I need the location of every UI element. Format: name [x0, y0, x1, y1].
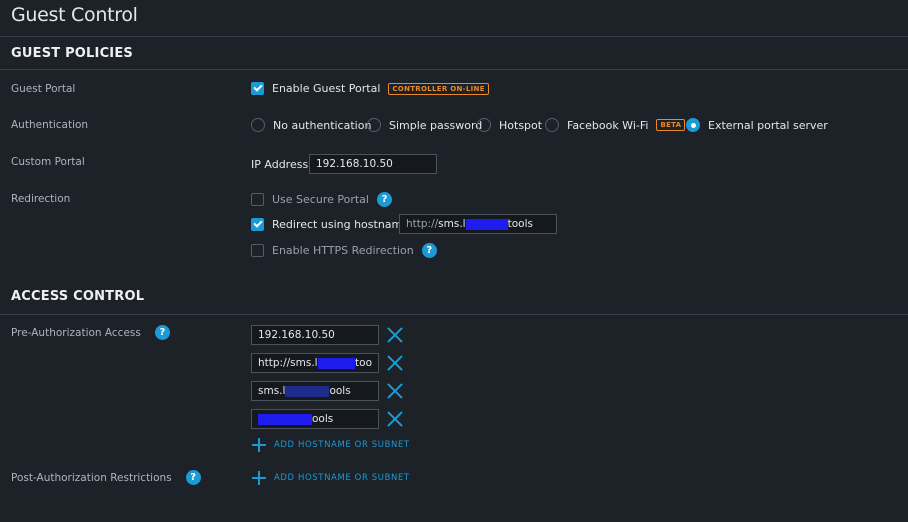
- https-redirection-label: Enable HTTPS Redirection: [272, 244, 414, 257]
- radio-icon[interactable]: [367, 118, 381, 132]
- section-divider: [0, 314, 908, 315]
- redaction-mark: [465, 218, 508, 230]
- redaction-mark: [317, 357, 356, 369]
- pre-auth-entry-input[interactable]: 192.168.10.50: [251, 325, 379, 345]
- section-title-guest-policies: GUEST POLICIES: [11, 46, 133, 61]
- url-prefix: http://: [406, 218, 439, 230]
- auth-option-label: Hotspot: [499, 118, 543, 132]
- close-x-icon[interactable]: [387, 411, 403, 427]
- redaction-mark: [258, 413, 312, 425]
- redirect-hostname-input[interactable]: http://sms.l tools: [399, 214, 557, 234]
- radio-icon[interactable]: [251, 118, 265, 132]
- entry-value-end: ools: [312, 413, 334, 425]
- auth-option-facebook-wifi[interactable]: Facebook Wi-Fi BETA: [545, 118, 686, 132]
- radio-icon[interactable]: [477, 118, 491, 132]
- auth-option-label: External portal server: [708, 118, 828, 132]
- question-circle-icon[interactable]: ?: [421, 243, 437, 258]
- checkbox-icon[interactable]: [251, 193, 264, 206]
- add-hostname-subnet-post-auth-button[interactable]: ADD HOSTNAME OR SUBNET: [252, 471, 410, 485]
- plus-icon: [252, 438, 266, 452]
- checkbox-checked-icon[interactable]: [251, 218, 264, 231]
- redaction-mark: [285, 385, 330, 397]
- title-divider: [0, 36, 908, 37]
- auth-option-no-authentication[interactable]: No authentication: [251, 118, 371, 132]
- redirect-hostname-checkbox[interactable]: Redirect using hostname: [251, 218, 409, 231]
- hostname-value-start: sms.l: [438, 218, 466, 230]
- entry-value-start: http://sms.l: [258, 357, 318, 369]
- auth-option-label: No authentication: [273, 118, 372, 132]
- close-x-icon[interactable]: [387, 327, 403, 343]
- close-x-icon[interactable]: [387, 383, 403, 399]
- redirect-hostname-label: Redirect using hostname: [272, 218, 410, 231]
- pre-auth-access-label: Pre-Authorization Access ?: [11, 325, 170, 340]
- pre-auth-entry-input[interactable]: http://sms.l too: [251, 353, 379, 373]
- custom-portal-label-text: Custom Portal: [11, 156, 85, 168]
- pre-auth-entry-input[interactable]: sms.l ools: [251, 381, 379, 401]
- controller-online-badge: CONTROLLER ON-LINE: [388, 82, 489, 95]
- pre-auth-access-label-text: Pre-Authorization Access: [11, 326, 141, 339]
- authentication-label-text: Authentication: [11, 119, 89, 131]
- use-secure-portal-checkbox[interactable]: Use Secure Portal ?: [251, 192, 392, 207]
- custom-portal-label: Custom Portal: [11, 156, 85, 168]
- use-secure-portal-label: Use Secure Portal: [272, 193, 369, 206]
- add-hostname-label: ADD HOSTNAME OR SUBNET: [274, 440, 410, 450]
- redirection-label: Redirection: [11, 193, 70, 205]
- checkbox-checked-icon[interactable]: [251, 82, 264, 95]
- guest-portal-label-text: Guest Portal: [11, 83, 76, 95]
- radio-icon[interactable]: [545, 118, 559, 132]
- https-redirection-checkbox[interactable]: Enable HTTPS Redirection ?: [251, 243, 437, 258]
- auth-option-simple-password[interactable]: Simple password: [367, 118, 482, 132]
- section-divider: [0, 69, 908, 70]
- beta-badge: BETA: [656, 119, 686, 131]
- ip-address-value: 192.168.10.50: [316, 158, 393, 170]
- auth-option-label: Simple password: [389, 118, 483, 132]
- post-auth-restrictions-label: Post-Authorization Restrictions ?: [11, 470, 201, 485]
- checkbox-icon[interactable]: [251, 244, 264, 257]
- question-circle-icon[interactable]: ?: [376, 192, 392, 207]
- close-x-icon[interactable]: [387, 355, 403, 371]
- enable-guest-portal-label: Enable Guest Portal: [272, 82, 381, 95]
- post-auth-restrictions-label-text: Post-Authorization Restrictions: [11, 471, 172, 484]
- entry-value-end: ools: [329, 385, 351, 397]
- entry-value-end: too: [355, 357, 372, 369]
- pre-auth-entry-input[interactable]: ools: [251, 409, 379, 429]
- page-title: Guest Control: [11, 4, 138, 26]
- hostname-value-end: tools: [507, 218, 533, 230]
- entry-value: 192.168.10.50: [258, 329, 335, 341]
- entry-value-start: sms.l: [258, 385, 286, 397]
- question-circle-icon[interactable]: ?: [154, 325, 170, 340]
- section-title-access-control: ACCESS CONTROL: [11, 289, 145, 304]
- ip-address-label: IP Address: [251, 158, 308, 171]
- auth-option-external-portal-server[interactable]: External portal server: [686, 118, 828, 132]
- ip-address-input[interactable]: 192.168.10.50: [309, 154, 437, 174]
- add-hostname-label: ADD HOSTNAME OR SUBNET: [274, 473, 410, 483]
- auth-option-hotspot[interactable]: Hotspot: [477, 118, 542, 132]
- question-circle-icon[interactable]: ?: [185, 470, 201, 485]
- redirection-label-text: Redirection: [11, 193, 71, 205]
- add-hostname-subnet-pre-auth-button[interactable]: ADD HOSTNAME OR SUBNET: [252, 438, 410, 452]
- plus-icon: [252, 471, 266, 485]
- enable-guest-portal-checkbox[interactable]: Enable Guest Portal CONTROLLER ON-LINE: [251, 82, 489, 95]
- ip-address-label-text: IP Address: [251, 158, 309, 171]
- guest-portal-label: Guest Portal: [11, 83, 75, 95]
- authentication-label: Authentication: [11, 119, 88, 131]
- auth-option-label: Facebook Wi-Fi: [567, 118, 649, 132]
- radio-selected-icon[interactable]: [686, 118, 700, 132]
